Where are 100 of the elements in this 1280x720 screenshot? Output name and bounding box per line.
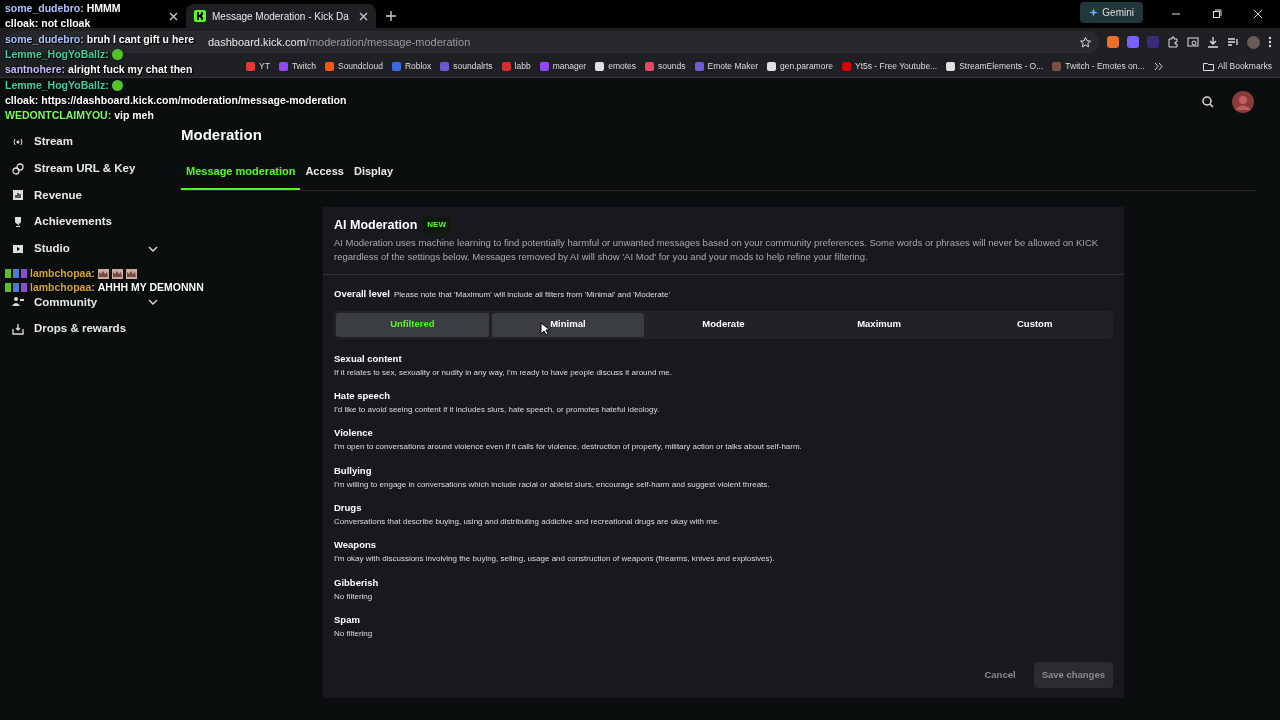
avatar-icon[interactable]: [1232, 90, 1254, 113]
tab-title: Message Moderation - Kick Da: [212, 9, 350, 24]
overall-level-label: Overall level: [334, 287, 390, 302]
bookmark[interactable]: soundalrts: [440, 60, 493, 73]
sidebar-item[interactable]: Community: [12, 294, 170, 311]
cursor-icon: [540, 322, 550, 336]
level-option[interactable]: Custom: [958, 312, 1111, 337]
search-icon[interactable]: [1202, 95, 1214, 108]
sparkle-icon: [1089, 8, 1099, 17]
category-title: Gibberish: [334, 576, 380, 589]
bookmark[interactable]: gen.paramore: [767, 60, 833, 73]
folder-icon: [1202, 62, 1214, 71]
category-title: Sexual content: [334, 352, 403, 365]
emote-icon: [97, 268, 109, 279]
extension-icon[interactable]: [1107, 36, 1119, 48]
emote-icon: [111, 79, 123, 91]
gemini-button[interactable]: Gemini: [1080, 2, 1143, 23]
chat-username: WEDONTCLAIMYOU:: [5, 108, 112, 124]
badge-icon: [5, 283, 27, 293]
chat-username: some_dudebro:: [5, 31, 84, 47]
bookmark[interactable]: StreamElements - O...: [946, 60, 1044, 73]
bookmark[interactable]: Roblox: [391, 60, 432, 73]
category-title: Violence: [334, 427, 374, 440]
category-description: If it relates to sex, sexuality or nudity in any way, I'm ready to have people discuss it around me.: [334, 367, 673, 378]
avatar-icon[interactable]: [1247, 35, 1260, 49]
emote-icon: [111, 49, 123, 61]
bookmark[interactable]: sounds: [645, 60, 686, 73]
emote-icon: [111, 268, 123, 279]
chat-username: lambchopaa:: [30, 266, 95, 281]
stream-icon: [12, 136, 24, 148]
level-option[interactable]: Unfiltered: [336, 312, 489, 337]
category-description: I'm open to conversations around violence even if it calls for violence, destruction of property, military action or talks about self-harm.: [334, 442, 803, 453]
extension-icon[interactable]: [1127, 36, 1139, 48]
bookmark[interactable]: manager: [539, 60, 587, 73]
bookmark[interactable]: YT: [246, 60, 270, 73]
bookmark[interactable]: emotes: [595, 60, 637, 73]
badge-icon: [5, 269, 27, 279]
category-description: Conversations that describe buying, using and distributing addictive and recreational drugs are okay with me.: [334, 517, 721, 528]
puzzle-icon[interactable]: [1167, 36, 1179, 48]
level-option[interactable]: Minimal: [491, 312, 645, 337]
sidebar-item[interactable]: Stream: [12, 134, 170, 150]
chat-username: lambchopaa:: [30, 280, 95, 295]
chat-username: Lemme_HogYoBallz:: [5, 77, 109, 93]
chevrons-icon[interactable]: [1153, 62, 1163, 71]
link-icon: [12, 162, 24, 175]
browser-tab[interactable]: Message Moderation - Kick Da: [186, 4, 376, 28]
category-title: Bullying: [334, 464, 373, 477]
new-tab-icon[interactable]: [386, 11, 396, 21]
bookmark[interactable]: Twitch - Emotes on...: [1052, 60, 1145, 73]
bookmark-star-icon[interactable]: [1080, 36, 1091, 48]
new-badge: NEW: [423, 216, 450, 233]
category-description: No filtering: [334, 629, 374, 640]
sidebar-item[interactable]: Achievements: [12, 214, 170, 231]
chat-message: https://dashboard.kick.com/moderation/message-moderation: [41, 92, 347, 108]
download-icon[interactable]: [1207, 36, 1219, 48]
category-title: Hate speech: [334, 389, 391, 402]
bookmark[interactable]: Soundcloud: [324, 60, 383, 73]
sidebar-item[interactable]: Stream URL & Key: [12, 160, 170, 177]
close-icon[interactable]: [1253, 9, 1263, 19]
level-option[interactable]: Moderate: [647, 312, 800, 337]
sidebar-item[interactable]: Revenue: [12, 187, 170, 204]
chat-message: not clloak: [41, 16, 91, 32]
chat-message: vip meh: [114, 108, 154, 124]
bookmark[interactable]: labb: [501, 60, 531, 73]
overall-level-note: Please note that 'Maximum' will include all filters from 'Minimal' and 'Moderate': [394, 289, 670, 302]
menu-icon[interactable]: [1268, 36, 1272, 48]
chat-username: santnohere:: [5, 62, 66, 78]
category-title: Drugs: [334, 502, 363, 515]
drops-icon: [12, 322, 24, 335]
tab[interactable]: Display: [348, 158, 399, 190]
tab[interactable]: Access: [300, 158, 349, 190]
bookmark[interactable]: Emote Maker: [694, 60, 759, 73]
chat-message: AHHH MY DEMONNN: [97, 280, 204, 295]
chat-username: clloak:: [5, 16, 39, 32]
tab[interactable]: Message moderation: [181, 158, 301, 190]
sidebar-item[interactable]: Studio: [12, 240, 170, 257]
restore-icon[interactable]: [1212, 9, 1222, 19]
studio-icon: [12, 242, 24, 255]
level-option[interactable]: Maximum: [802, 312, 956, 337]
emote-icon: [125, 268, 137, 279]
chat-username: clloak:: [5, 92, 39, 108]
page-title: Moderation: [181, 125, 263, 145]
sidebar-item[interactable]: Drops & rewards: [12, 320, 170, 337]
bookmark[interactable]: Yt5s - Free Youtube...: [841, 60, 938, 73]
category-title: Weapons: [334, 539, 378, 552]
category-description: I'd like to avoid seeing content if it includes slurs, hate speech, or promotes hateful ideology.: [334, 404, 661, 415]
category-description: I'm willing to engage in conversations which include racial or ableist slurs, encourage self-harm and suggest violent threats.: [334, 479, 771, 490]
people-icon: [12, 296, 24, 309]
category-description: No filtering: [334, 591, 374, 602]
chat-message: bruh I cant gift u here: [86, 31, 195, 47]
chat-message: alright fuck my chat then: [68, 62, 193, 78]
close-icon[interactable]: [359, 11, 368, 21]
category-description: I'm okay with discussions involving the buying, selling, usage and construction of weapons (firearms, knives and explosives).: [334, 554, 776, 565]
chat-message: HMMM: [86, 1, 121, 16]
bookmark[interactable]: Twitch: [278, 60, 316, 73]
all-bookmarks-link[interactable]: All Bookmarks: [1202, 60, 1272, 73]
panel-description: AI Moderation uses machine learning to find potentially harmful or unwanted messages based on your community preferences. Some words or phrases will never be allowed on KICK regardless of the settings below. Messages removed by AI will show 'AI Mod' for you and your mods to help refine your filtering.: [334, 236, 1100, 265]
panel-title: AI Moderation: [334, 216, 418, 234]
close-icon[interactable]: [169, 11, 178, 21]
category-title: Spam: [334, 614, 361, 627]
